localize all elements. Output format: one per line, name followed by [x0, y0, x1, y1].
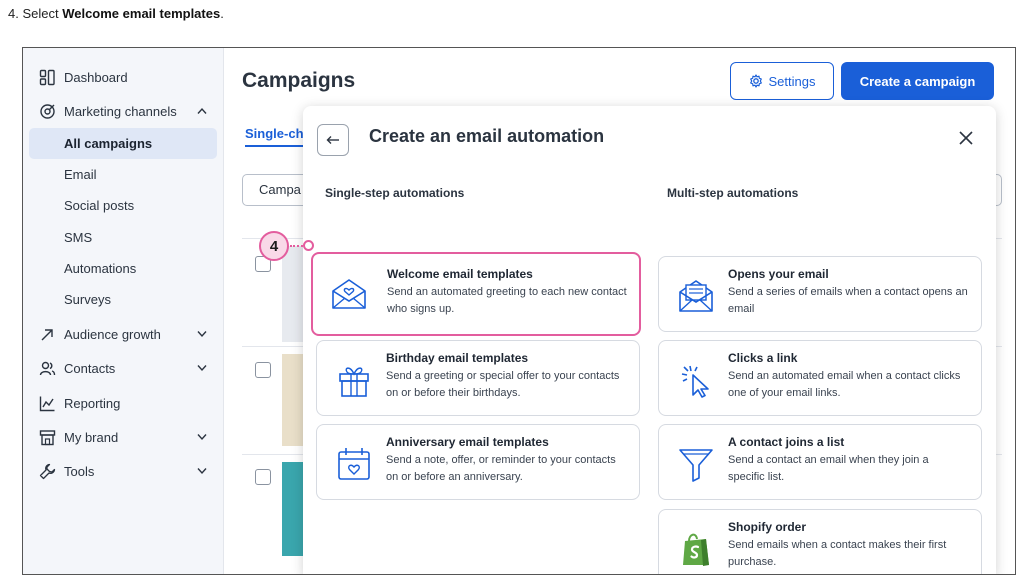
card-description: Send a note, offer, or reminder to your …: [386, 454, 616, 483]
sidebar-item-label: Tools: [64, 464, 95, 479]
chevron-down-icon: [197, 434, 207, 441]
sidebar-item-label: SMS: [64, 230, 93, 245]
sidebar-item-label: Contacts: [64, 361, 116, 376]
sidebar-item-my-brand[interactable]: My brand: [29, 422, 217, 453]
sidebar-item-dashboard[interactable]: Dashboard: [29, 62, 217, 93]
shopify-bag-icon: [683, 533, 709, 566]
funnel-icon: [679, 449, 713, 482]
card-title: Shopify order: [728, 520, 807, 534]
card-description: Send an automated greeting to each new c…: [387, 286, 627, 315]
card-title: Welcome email templates: [387, 267, 533, 281]
card-contact-joins-list[interactable]: A contact joins a list Send a contact an…: [658, 424, 982, 500]
back-button[interactable]: [317, 124, 349, 156]
chevron-down-icon: [197, 331, 207, 338]
sidebar-item-label: Marketing channels: [64, 104, 177, 119]
sidebar-item-label: Audience growth: [64, 327, 161, 342]
card-title: Birthday email templates: [386, 351, 529, 365]
row-checkbox[interactable]: [255, 362, 271, 378]
chevron-down-icon: [197, 365, 207, 372]
card-description: Send a series of emails when a contact o…: [728, 286, 968, 315]
sidebar-item-label: All campaigns: [64, 136, 153, 151]
sidebar-item-automations[interactable]: Automations: [29, 253, 217, 284]
chevron-down-icon: [197, 468, 207, 475]
create-campaign-button[interactable]: Create a campaign: [841, 62, 994, 100]
cursor-click-icon: [681, 365, 709, 398]
sidebar-item-sms[interactable]: SMS: [29, 222, 217, 253]
wrench-icon: [39, 463, 56, 480]
card-welcome-email-templates[interactable]: Welcome email templates Send an automate…: [311, 252, 641, 336]
instruction-bold: Welcome email templates: [62, 6, 221, 21]
card-title: Opens your email: [728, 267, 829, 281]
single-step-heading: Single-step automations: [325, 186, 465, 200]
card-description: Send an automated email when a contact c…: [728, 370, 961, 399]
building-icon: [39, 430, 56, 446]
sidebar-item-tools[interactable]: Tools: [29, 456, 217, 487]
create-email-automation-dialog: Create an email automation Single-step a…: [303, 106, 996, 574]
megaphone-icon: [40, 104, 55, 119]
chevron-up-icon: [197, 107, 207, 114]
sidebar-item-marketing-channels[interactable]: Marketing channels: [29, 96, 217, 127]
open-envelope-icon: [679, 280, 713, 312]
sidebar-item-contacts[interactable]: Contacts: [29, 353, 217, 384]
card-title: Clicks a link: [728, 351, 798, 365]
card-anniversary-email-templates[interactable]: Anniversary email templates Send a note,…: [316, 424, 640, 500]
instruction-text: 4. Select Welcome email templates.: [8, 6, 224, 21]
instruction-prefix: 4. Select: [8, 6, 63, 21]
page-title: Campaigns: [242, 69, 356, 92]
card-clicks-a-link[interactable]: Clicks a link Send an automated email wh…: [658, 340, 982, 416]
row-checkbox[interactable]: [255, 469, 271, 485]
envelope-heart-icon: [332, 279, 366, 309]
growth-arrow-icon: [41, 329, 53, 341]
step-callout-badge: 4: [259, 231, 289, 261]
card-shopify-order[interactable]: Shopify order Send emails when a contact…: [658, 509, 982, 574]
sidebar-item-social-posts[interactable]: Social posts: [29, 190, 217, 221]
gear-icon: [749, 74, 762, 88]
sidebar-item-reporting[interactable]: Reporting: [29, 388, 217, 419]
sidebar-item-audience-growth[interactable]: Audience growth: [29, 319, 217, 350]
dashboard-icon: [39, 69, 55, 86]
close-icon[interactable]: [955, 127, 977, 149]
card-title: A contact joins a list: [728, 435, 845, 449]
settings-label: Settings: [768, 73, 816, 89]
card-title: Anniversary email templates: [386, 435, 549, 449]
arrow-left-icon: [326, 136, 339, 144]
sidebar-item-label: Automations: [64, 261, 137, 276]
sidebar-item-label: Dashboard: [64, 70, 128, 85]
sidebar-item-label: Surveys: [64, 292, 111, 307]
sidebar-item-all-campaigns[interactable]: All campaigns: [29, 128, 217, 159]
multi-step-heading: Multi-step automations: [667, 186, 799, 200]
tab-single-channel[interactable]: Single-ch: [245, 126, 305, 147]
card-description: Send emails when a contact makes their f…: [728, 539, 947, 568]
instruction-suffix: .: [220, 6, 224, 21]
card-description: Send a greeting or special offer to your…: [386, 370, 620, 399]
sidebar: Dashboard Marketing channels All campaig…: [23, 48, 224, 574]
settings-button[interactable]: Settings: [730, 62, 834, 100]
sidebar-item-label: My brand: [64, 430, 119, 445]
card-opens-your-email[interactable]: Opens your email Send a series of emails…: [658, 256, 982, 332]
app-screenshot-frame: Dashboard Marketing channels All campaig…: [22, 47, 1016, 575]
sidebar-item-label: Social posts: [64, 198, 135, 213]
sidebar-item-label: Email: [64, 167, 97, 182]
card-birthday-email-templates[interactable]: Birthday email templates Send a greeting…: [316, 340, 640, 416]
gift-icon: [339, 367, 369, 397]
card-description: Send a contact an email when they join a…: [728, 454, 929, 483]
chart-icon: [39, 396, 55, 412]
sidebar-item-email[interactable]: Email: [29, 159, 217, 190]
sidebar-item-surveys[interactable]: Surveys: [29, 284, 217, 315]
callout-dot: [303, 240, 314, 251]
contacts-icon: [39, 361, 56, 376]
sidebar-item-label: Reporting: [64, 396, 121, 411]
calendar-heart-icon: [338, 448, 370, 480]
dialog-title: Create an email automation: [369, 126, 605, 146]
